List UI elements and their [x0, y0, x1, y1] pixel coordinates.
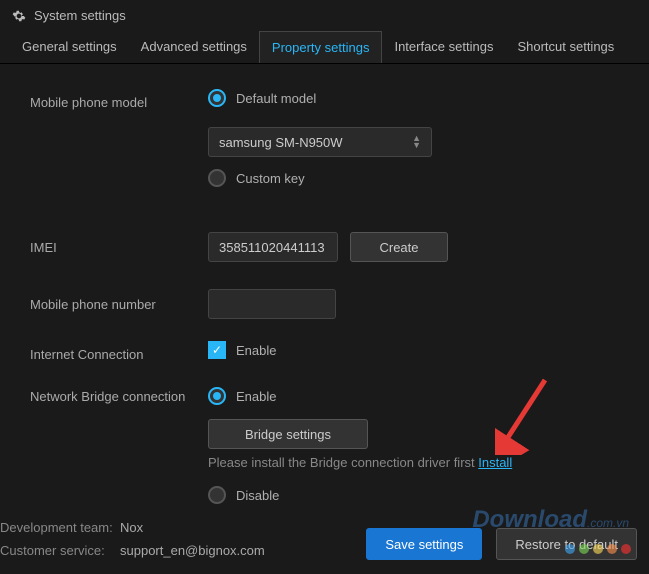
cs-value: support_en@bignox.com [120, 543, 265, 558]
tab-general[interactable]: General settings [10, 31, 129, 63]
label-phone-number: Mobile phone number [30, 297, 208, 312]
bridge-settings-button[interactable]: Bridge settings [208, 419, 368, 449]
label-model: Mobile phone model [30, 95, 208, 110]
checkbox-internet-enable[interactable]: ✓ [208, 341, 226, 359]
label-imei: IMEI [30, 240, 208, 255]
radio-default-model[interactable] [208, 89, 226, 107]
cs-label: Customer service: [0, 543, 120, 558]
dev-team-value: Nox [120, 520, 143, 535]
content-area: Mobile phone model Default model samsung… [0, 64, 649, 549]
gear-icon [12, 9, 26, 23]
window-title: System settings [34, 8, 126, 23]
imei-value: 358511020441113 [219, 240, 325, 255]
radio-default-model-label: Default model [236, 91, 316, 106]
radio-bridge-disable[interactable] [208, 486, 226, 504]
radio-bridge-disable-label: Disable [236, 488, 279, 503]
label-bridge: Network Bridge connection [30, 387, 208, 404]
radio-custom-key[interactable] [208, 169, 226, 187]
tab-interface[interactable]: Interface settings [382, 31, 505, 63]
imei-input[interactable]: 358511020441113 [208, 232, 338, 262]
dev-team-label: Development team: [0, 520, 120, 535]
model-select[interactable]: samsung SM-N950W ▲▼ [208, 127, 432, 157]
window-header: System settings [0, 0, 649, 31]
model-select-value: samsung SM-N950W [219, 135, 343, 150]
radio-custom-key-label: Custom key [236, 171, 305, 186]
tab-property[interactable]: Property settings [259, 31, 383, 63]
checkbox-internet-enable-label: Enable [236, 343, 276, 358]
footer: Development team: Nox Customer service: … [0, 506, 649, 574]
install-link[interactable]: Install [478, 455, 512, 470]
tab-bar: General settings Advanced settings Prope… [0, 31, 649, 64]
tab-advanced[interactable]: Advanced settings [129, 31, 259, 63]
label-internet: Internet Connection [30, 347, 208, 362]
create-button[interactable]: Create [350, 232, 448, 262]
save-settings-button[interactable]: Save settings [366, 528, 482, 560]
tab-shortcut[interactable]: Shortcut settings [505, 31, 626, 63]
restore-default-button[interactable]: Restore to default [496, 528, 637, 560]
radio-bridge-enable[interactable] [208, 387, 226, 405]
phone-number-input[interactable] [208, 289, 336, 319]
bridge-hint: Please install the Bridge connection dri… [208, 455, 619, 470]
updown-icon: ▲▼ [412, 135, 421, 149]
radio-bridge-enable-label: Enable [236, 389, 276, 404]
